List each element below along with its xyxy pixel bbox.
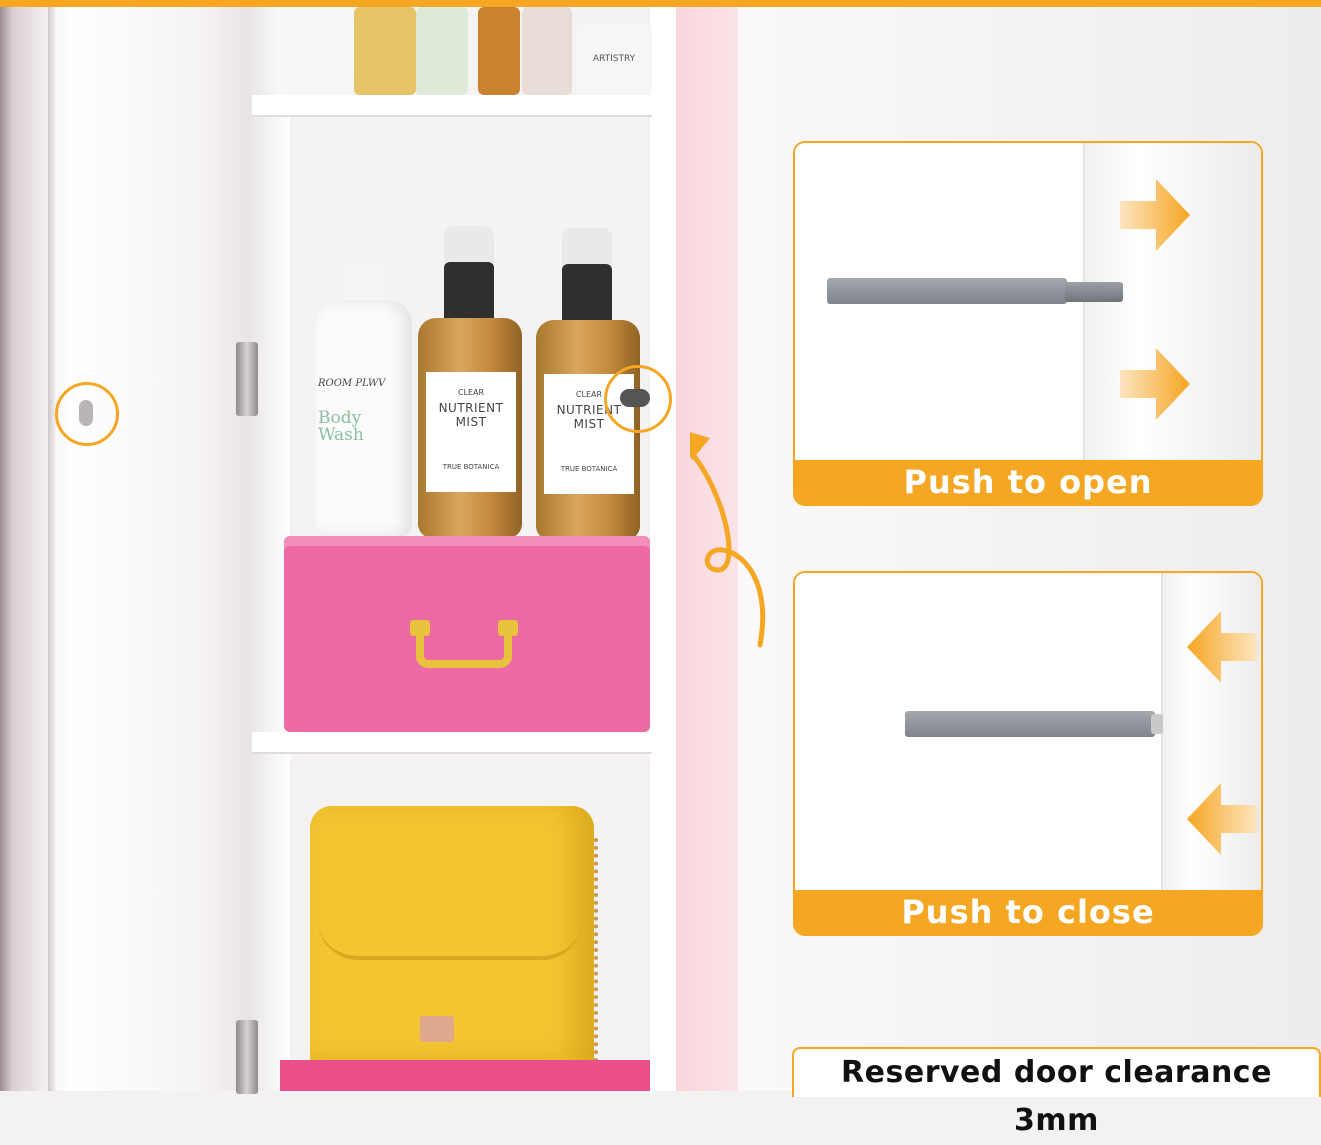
box-handle-mount-right bbox=[498, 620, 518, 636]
bag-clasp bbox=[420, 1016, 454, 1042]
box-handle-mount-left bbox=[410, 620, 430, 636]
mist-label-name: NUTRIENT MIST bbox=[438, 401, 504, 429]
bottle-clear bbox=[416, 7, 468, 95]
cabinet-side-right bbox=[650, 7, 678, 1091]
hinge-top bbox=[236, 342, 258, 416]
arrow-right-icon bbox=[1120, 348, 1190, 420]
artistry-box: ARTISTRY bbox=[576, 24, 652, 94]
latch-rod-tip bbox=[1151, 714, 1163, 734]
shelf-middle bbox=[252, 732, 652, 754]
push-to-close-caption: Push to close bbox=[795, 890, 1261, 934]
top-accent-bar bbox=[0, 0, 1321, 7]
jar-white bbox=[278, 7, 354, 95]
hinge-bottom bbox=[236, 1020, 258, 1094]
mist-label-brand: TRUE BOTANICA bbox=[442, 463, 500, 471]
jar-beige bbox=[522, 7, 572, 95]
mist-pump-2 bbox=[562, 264, 612, 326]
curved-arrow-icon bbox=[690, 432, 766, 648]
pink-item-bottom bbox=[280, 1060, 650, 1091]
mist-label-brand: TRUE BOTANICA bbox=[560, 465, 618, 473]
clearance-note: Reserved door clearance 3mm bbox=[792, 1047, 1321, 1138]
mist-label-top: CLEAR bbox=[457, 388, 485, 397]
lotion-name: Body Wash bbox=[318, 408, 364, 445]
door-magnet-highlight bbox=[55, 382, 119, 446]
mist-label-1: CLEAR NUTRIENT MIST TRUE BOTANICA bbox=[426, 372, 516, 492]
bottle-gold bbox=[354, 7, 416, 95]
arrow-right-icon bbox=[1120, 179, 1190, 251]
bottle-amber bbox=[478, 7, 520, 95]
mist-pump-1 bbox=[444, 262, 494, 324]
latch-rod-tip bbox=[1065, 282, 1123, 302]
push-to-open-panel: Push to open bbox=[793, 141, 1263, 506]
shelf-top bbox=[252, 95, 652, 117]
bag-flap bbox=[318, 846, 582, 960]
push-to-open-caption: Push to open bbox=[795, 460, 1261, 504]
push-to-close-panel: Push to close bbox=[793, 571, 1263, 936]
push-latch-highlight bbox=[604, 365, 672, 433]
bag-chain bbox=[594, 838, 608, 1078]
latch-rod bbox=[905, 711, 1155, 737]
arrow-left-icon bbox=[1187, 611, 1257, 683]
latch-rod bbox=[827, 278, 1067, 304]
lotion-brand: ROOM PLWV bbox=[318, 378, 386, 389]
arrow-left-icon bbox=[1187, 783, 1257, 855]
cabinet-door bbox=[0, 7, 250, 1091]
door-edge bbox=[48, 7, 58, 1091]
